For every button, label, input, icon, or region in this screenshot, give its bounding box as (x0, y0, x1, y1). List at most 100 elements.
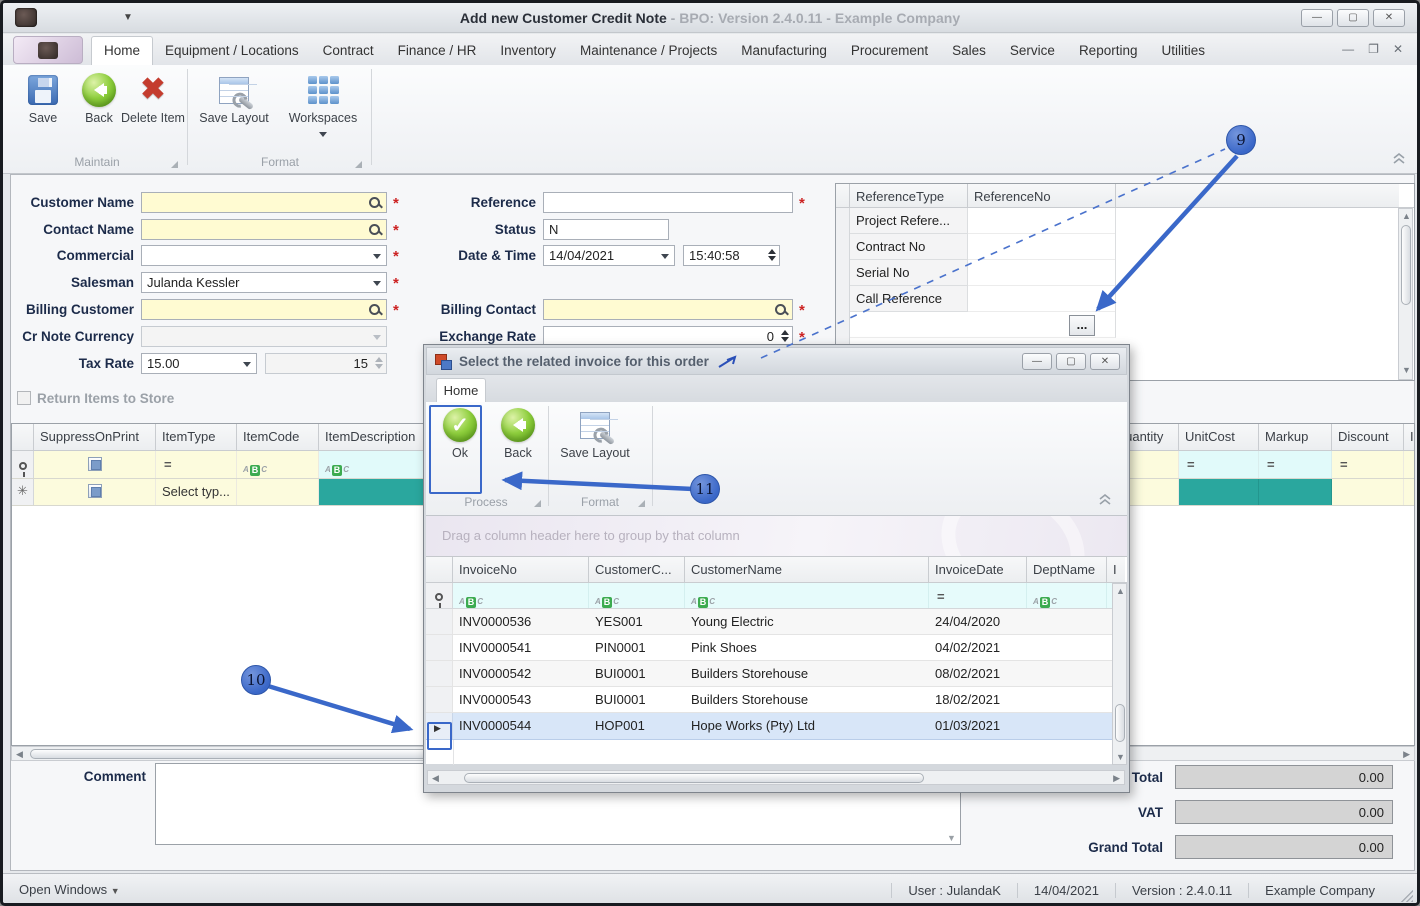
chevron-down-icon[interactable] (243, 362, 251, 367)
dialog-tab-home[interactable]: Home (436, 378, 486, 402)
column-header-discount[interactable]: Discount (1332, 424, 1404, 450)
reference-row-contract[interactable]: Contract No (850, 234, 968, 260)
tab-contract[interactable]: Contract (311, 37, 386, 65)
mdi-close-icon[interactable]: ✕ (1393, 42, 1403, 56)
column-header-markup[interactable]: Markup (1259, 424, 1332, 450)
filter-customername[interactable]: ABC (685, 583, 929, 608)
tab-inventory[interactable]: Inventory (488, 37, 568, 65)
scroll-left-icon[interactable]: ◀ (16, 749, 23, 760)
tax-rate-select[interactable]: 15.00 (141, 353, 257, 374)
referenceno-cells[interactable] (968, 208, 1116, 312)
maximize-button[interactable]: ▢ (1337, 9, 1369, 27)
ellipsis-lookup-button[interactable]: ... (1069, 315, 1095, 336)
application-menu-button[interactable] (13, 36, 83, 64)
dialog-close-button[interactable]: ✕ (1090, 353, 1120, 370)
dialog-maximize-button[interactable]: ▢ (1056, 353, 1086, 370)
spinner-icon[interactable] (375, 357, 383, 369)
invoice-row[interactable]: INV0000541 PIN0001 Pink Shoes 04/02/2021 (426, 635, 1127, 661)
column-header-deptname[interactable]: DeptName (1027, 557, 1107, 582)
date-select[interactable]: 14/04/2021 (543, 245, 675, 266)
group-dialog-launcher-icon[interactable] (355, 161, 362, 168)
billing-contact-input[interactable] (543, 299, 793, 320)
scroll-up-icon[interactable]: ▲ (1116, 586, 1125, 596)
mdi-restore-icon[interactable]: ❐ (1368, 42, 1379, 56)
dialog-save-layout-button[interactable]: Save Layout (554, 406, 636, 460)
scroll-right-icon[interactable]: ▶ (1113, 773, 1120, 784)
contact-name-input[interactable] (141, 219, 387, 240)
open-windows-button[interactable]: Open Windows ▼ (19, 882, 120, 897)
column-header-partial[interactable]: I (1404, 424, 1414, 450)
scroll-up-icon[interactable]: ▲ (1402, 211, 1411, 221)
column-header-invoicedate[interactable]: InvoiceDate (929, 557, 1027, 582)
status-input[interactable]: N (543, 219, 669, 240)
group-dialog-launcher-icon[interactable] (534, 500, 541, 507)
cr-note-currency-select[interactable] (141, 326, 387, 347)
newrow-unitcost-selected-cell[interactable] (1179, 479, 1259, 505)
column-header-customercode[interactable]: CustomerC... (589, 557, 685, 582)
tab-manufacturing[interactable]: Manufacturing (729, 37, 839, 65)
reference-row-serial[interactable]: Serial No (850, 260, 968, 286)
filter-itemtype[interactable]: = (156, 451, 237, 478)
chevron-down-icon[interactable] (373, 281, 381, 286)
filter-itemcode[interactable]: ABC (237, 451, 319, 478)
invoice-row[interactable]: INV0000543 BUI0001 Builders Storehouse 1… (426, 687, 1127, 713)
search-icon[interactable] (368, 196, 382, 210)
newrow-itemcode[interactable] (237, 479, 319, 505)
save-button[interactable]: Save (11, 71, 75, 125)
tab-utilities[interactable]: Utilities (1149, 37, 1217, 65)
column-header-unitcost[interactable]: UnitCost (1179, 424, 1259, 450)
comment-scroll-down-icon[interactable]: ▼ (947, 833, 956, 843)
scroll-right-icon[interactable]: ▶ (1403, 749, 1410, 760)
newrow-discount[interactable] (1332, 479, 1404, 505)
chevron-down-icon[interactable] (661, 254, 669, 259)
tab-service[interactable]: Service (998, 37, 1067, 65)
tab-procurement[interactable]: Procurement (839, 37, 940, 65)
tab-maintenance-projects[interactable]: Maintenance / Projects (568, 37, 729, 65)
column-header-partial[interactable]: I (1107, 557, 1125, 582)
reference-input[interactable] (543, 192, 793, 213)
group-dialog-launcher-icon[interactable] (171, 161, 178, 168)
column-header-customername[interactable]: CustomerName (685, 557, 929, 582)
group-dialog-launcher-icon[interactable] (638, 500, 645, 507)
reference-row-project[interactable]: Project Refere... (850, 208, 968, 234)
search-icon[interactable] (368, 223, 382, 237)
filter-pin-icon[interactable] (435, 593, 443, 608)
search-icon[interactable] (774, 303, 788, 317)
filter-deptname[interactable]: ABC (1027, 583, 1107, 608)
customer-name-input[interactable] (141, 192, 387, 213)
column-header-invoiceno[interactable]: InvoiceNo (453, 557, 589, 582)
filter-suppress[interactable] (34, 451, 156, 478)
column-header-itemcode[interactable]: ItemCode (237, 424, 319, 450)
invoice-row-selected[interactable]: ▶ INV0000544 HOP001 Hope Works (Pty) Ltd… (426, 713, 1127, 740)
scroll-down-icon[interactable]: ▼ (1116, 752, 1125, 762)
reference-row-call[interactable]: Call Reference (850, 286, 968, 312)
checkbox-icon[interactable] (87, 484, 102, 498)
filter-customercode[interactable]: ABC (589, 583, 685, 608)
filter-unitcost[interactable]: = (1179, 451, 1259, 478)
time-spinner[interactable]: 15:40:58 (683, 245, 780, 266)
tab-sales[interactable]: Sales (940, 37, 998, 65)
invoice-grid-hscrollbar[interactable]: ◀ ▶ (427, 770, 1125, 785)
newrow-markup-selected-cell[interactable] (1259, 479, 1332, 505)
billing-customer-input[interactable] (141, 299, 387, 320)
spinner-icon[interactable] (768, 249, 776, 261)
close-button[interactable]: ✕ (1373, 9, 1405, 27)
scroll-left-icon[interactable]: ◀ (432, 773, 439, 784)
search-icon[interactable] (368, 303, 382, 317)
dialog-ribbon-collapse-icon[interactable] (1097, 494, 1113, 506)
spinner-icon[interactable] (781, 330, 789, 342)
tab-finance-hr[interactable]: Finance / HR (386, 37, 489, 65)
column-header-referencetype[interactable]: ReferenceType (850, 184, 968, 207)
commercial-select[interactable] (141, 245, 387, 266)
checkbox-icon[interactable] (87, 457, 102, 471)
filter-markup[interactable]: = (1259, 451, 1332, 478)
workspaces-button[interactable]: Workspaces (285, 71, 361, 140)
mdi-minimize-icon[interactable]: — (1342, 42, 1354, 56)
invoice-grid-vscrollbar[interactable]: ▲ ▼ (1112, 583, 1127, 765)
tab-reporting[interactable]: Reporting (1067, 37, 1150, 65)
tab-equipment-locations[interactable]: Equipment / Locations (153, 37, 311, 65)
resize-grip[interactable] (1401, 890, 1413, 902)
save-layout-button[interactable]: Save Layout (195, 71, 273, 125)
filter-pin-icon[interactable] (18, 462, 27, 477)
filter-discount[interactable]: = (1332, 451, 1404, 478)
